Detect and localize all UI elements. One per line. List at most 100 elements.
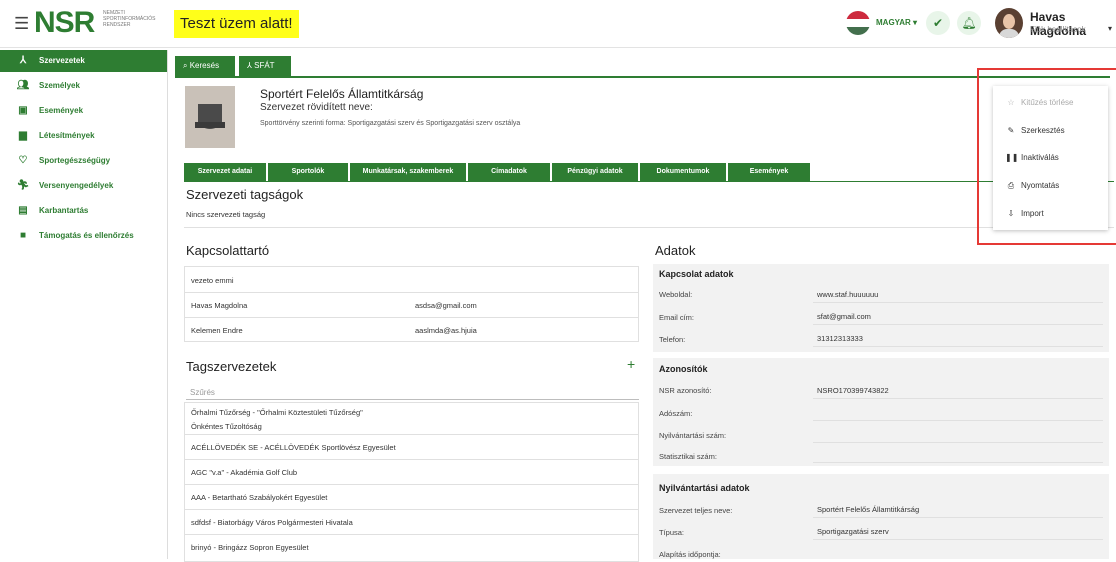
divider: [185, 292, 638, 293]
identifiers-box: Azonosítók NSR azonosító: NSRO1703997438…: [653, 358, 1109, 466]
menu-icon[interactable]: ☰: [14, 14, 29, 34]
tab-cimadatok[interactable]: Címadatok: [468, 163, 550, 181]
unpin-menu-item[interactable]: ☆ Kitűzés törlése: [1005, 98, 1073, 107]
tab-underline: [175, 76, 1110, 78]
organization-short-name-label: Szervezet rövidített neve:: [260, 102, 373, 113]
runner-icon: 🏃︎: [16, 180, 30, 191]
hungarian-flag-icon[interactable]: [846, 11, 870, 35]
sidebar-item-versenyengedelyek[interactable]: 🏃︎ Versenyengedélyek: [0, 175, 167, 197]
list-item[interactable]: Önkéntes Tűzoltóság: [191, 422, 262, 431]
logo[interactable]: NSR: [34, 6, 95, 40]
heart-icon: ♡: [18, 155, 28, 166]
sidebar-item-szemelyek[interactable]: 👥︎ Személyek: [0, 75, 167, 97]
memberships-empty: Nincs szervezeti tagság: [186, 210, 266, 219]
field-label: NSR azonosító:: [659, 386, 712, 395]
field-label: Adószám:: [659, 409, 693, 418]
field-label: Statisztikai szám:: [659, 452, 717, 461]
data-title: Adatok: [655, 243, 696, 258]
subtab-underline: [184, 181, 1114, 182]
pause-icon: ❚❚: [1005, 153, 1019, 162]
registry-title: Nyilvántartási adatok: [659, 483, 750, 493]
contacts-list: vezeto emmi Havas Magdolna asdsa@gmail.c…: [184, 266, 639, 342]
import-icon: ⇩: [1007, 209, 1015, 218]
field-value: NSRO170399743822: [817, 386, 889, 395]
pencil-icon: ✎: [1007, 126, 1015, 135]
identifiers-title: Azonosítók: [659, 364, 708, 374]
contacts-title: Kapcsolattartó: [186, 243, 270, 258]
divider: [813, 517, 1103, 518]
search-icon: ⌕: [183, 61, 188, 70]
divider: [185, 484, 638, 485]
sidebar-item-sportegeszsegugy[interactable]: ♡ Sportegészségügy: [0, 150, 167, 172]
contact-data-title: Kapcsolat adatok: [659, 269, 734, 279]
import-menu-item[interactable]: ⇩ Import: [1005, 209, 1044, 218]
avatar[interactable]: [995, 8, 1023, 38]
printer-icon: ⎙: [1007, 181, 1015, 190]
memberships-title: Szervezeti tagságok: [186, 187, 304, 202]
field-value: Sportért Felelős Államtitkárság: [817, 505, 920, 514]
sidebar-item-szervezetek[interactable]: ⅄ Szervezetek: [0, 50, 167, 72]
divider: [184, 227, 1114, 228]
bell-icon[interactable]: 🔔︎: [957, 11, 981, 35]
sidebar-item-karbantartas[interactable]: ▤ Karbantartás: [0, 200, 167, 222]
test-banner: Teszt üzem alatt!: [174, 10, 299, 38]
tab-munkatarsak[interactable]: Munkatársak, szakemberek: [350, 163, 466, 181]
registry-box: Nyilvántartási adatok Szervezet teljes n…: [653, 474, 1109, 559]
building-icon: ▆: [19, 130, 27, 141]
tab-sfat[interactable]: ⅄ SFÁT: [239, 56, 291, 76]
field-value: sfat@gmail.com: [817, 312, 871, 321]
divider: [813, 420, 1103, 421]
members-title: Tagszervezetek: [186, 359, 277, 374]
sidebar-item-letesitmenyek[interactable]: ▆ Létesítmények: [0, 125, 167, 147]
contact-data-box: Kapcsolat adatok Weboldal: www.staf.huuu…: [653, 264, 1109, 352]
tab-dokumentumok[interactable]: Dokumentumok: [640, 163, 726, 181]
sidebar-item-esemenyek[interactable]: ▣ Események: [0, 100, 167, 122]
star-icon: ☆: [1007, 98, 1015, 107]
members-filter-input[interactable]: Szűrés: [190, 388, 215, 397]
edit-menu-item[interactable]: ✎ Szerkesztés: [1005, 126, 1065, 135]
divider: [813, 442, 1103, 443]
field-label: Email cím:: [659, 313, 695, 322]
divider: [185, 459, 638, 460]
field-label: Nyilvántartási szám:: [659, 431, 727, 440]
sitemap-icon: ⅄: [19, 55, 27, 66]
list-item[interactable]: brinyó - Bringázz Sopron Egyesület: [191, 543, 309, 552]
people-icon: 👥︎: [16, 80, 30, 91]
briefcase-icon: ■: [19, 230, 27, 241]
sitemap-icon: ⅄: [247, 61, 252, 70]
list-item[interactable]: ACÉLLÖVEDÉK SE - ACÉLLÖVEDÉK Sportlövész…: [191, 443, 396, 452]
list-item[interactable]: sdfdsf - Biatorbágy Város Polgármesteri …: [191, 518, 353, 527]
organization-form: Sporttörvény szerinti forma: Sportigazga…: [260, 120, 521, 127]
chevron-down-icon[interactable]: ▾: [1108, 24, 1112, 33]
field-label: Weboldal:: [659, 290, 693, 299]
calendar-icon: ▣: [18, 105, 28, 116]
contact-name: Kelemen Endre: [191, 326, 243, 335]
field-label: Alapítás időpontja:: [659, 550, 721, 559]
print-menu-item[interactable]: ⎙ Nyomtatás: [1005, 181, 1059, 191]
logo-subtitle: NEMZETI SPORTINFORMÁCIÓS RENDSZER: [103, 10, 156, 28]
language-selector[interactable]: MAGYAR ▾: [876, 18, 917, 27]
tab-szervezet-adatai[interactable]: Szervezet adatai: [184, 163, 266, 181]
members-list: Őrhalmi Tűzőrség - "Őrhalmi Köztestületi…: [184, 402, 639, 562]
inactivate-menu-item[interactable]: ❚❚ Inaktiválás: [1005, 153, 1059, 162]
tab-penzugyi-adatok[interactable]: Pénzügyi adatok: [552, 163, 638, 181]
tab-esemenyek[interactable]: Események: [728, 163, 810, 181]
tab-kereses[interactable]: ⌕ Keresés: [175, 56, 235, 76]
add-member-button[interactable]: +: [627, 356, 635, 372]
contact-email: aaslmda@as.hjuia: [415, 326, 477, 335]
clipboard-icon: ▤: [18, 205, 28, 216]
divider: [813, 462, 1103, 463]
sidebar-item-tamogatas[interactable]: ■ Támogatás és ellenőrzés: [0, 225, 167, 247]
field-value: 31312313333: [817, 334, 863, 343]
field-label: Típusa:: [659, 528, 685, 537]
divider: [185, 509, 638, 510]
list-item[interactable]: AGC "v.a" - Akadémia Golf Club: [191, 468, 297, 477]
check-icon[interactable]: ✔: [926, 11, 950, 35]
tab-sportolok[interactable]: Sportolók: [268, 163, 348, 181]
action-menu: ☆ Kitűzés törlése ✎ Szerkesztés ❚❚ Inaktivá…: [993, 86, 1108, 230]
account-settings-link[interactable]: Fiók beállítások: [1030, 25, 1086, 34]
organization-name: Sportért Felelős Államtitkárság: [260, 87, 424, 101]
contact-email: asdsa@gmail.com: [415, 301, 477, 310]
list-item[interactable]: AAA - Betartható Szabályokért Egyesület: [191, 493, 327, 502]
list-item[interactable]: Őrhalmi Tűzőrség - "Őrhalmi Köztestületi…: [191, 408, 363, 417]
